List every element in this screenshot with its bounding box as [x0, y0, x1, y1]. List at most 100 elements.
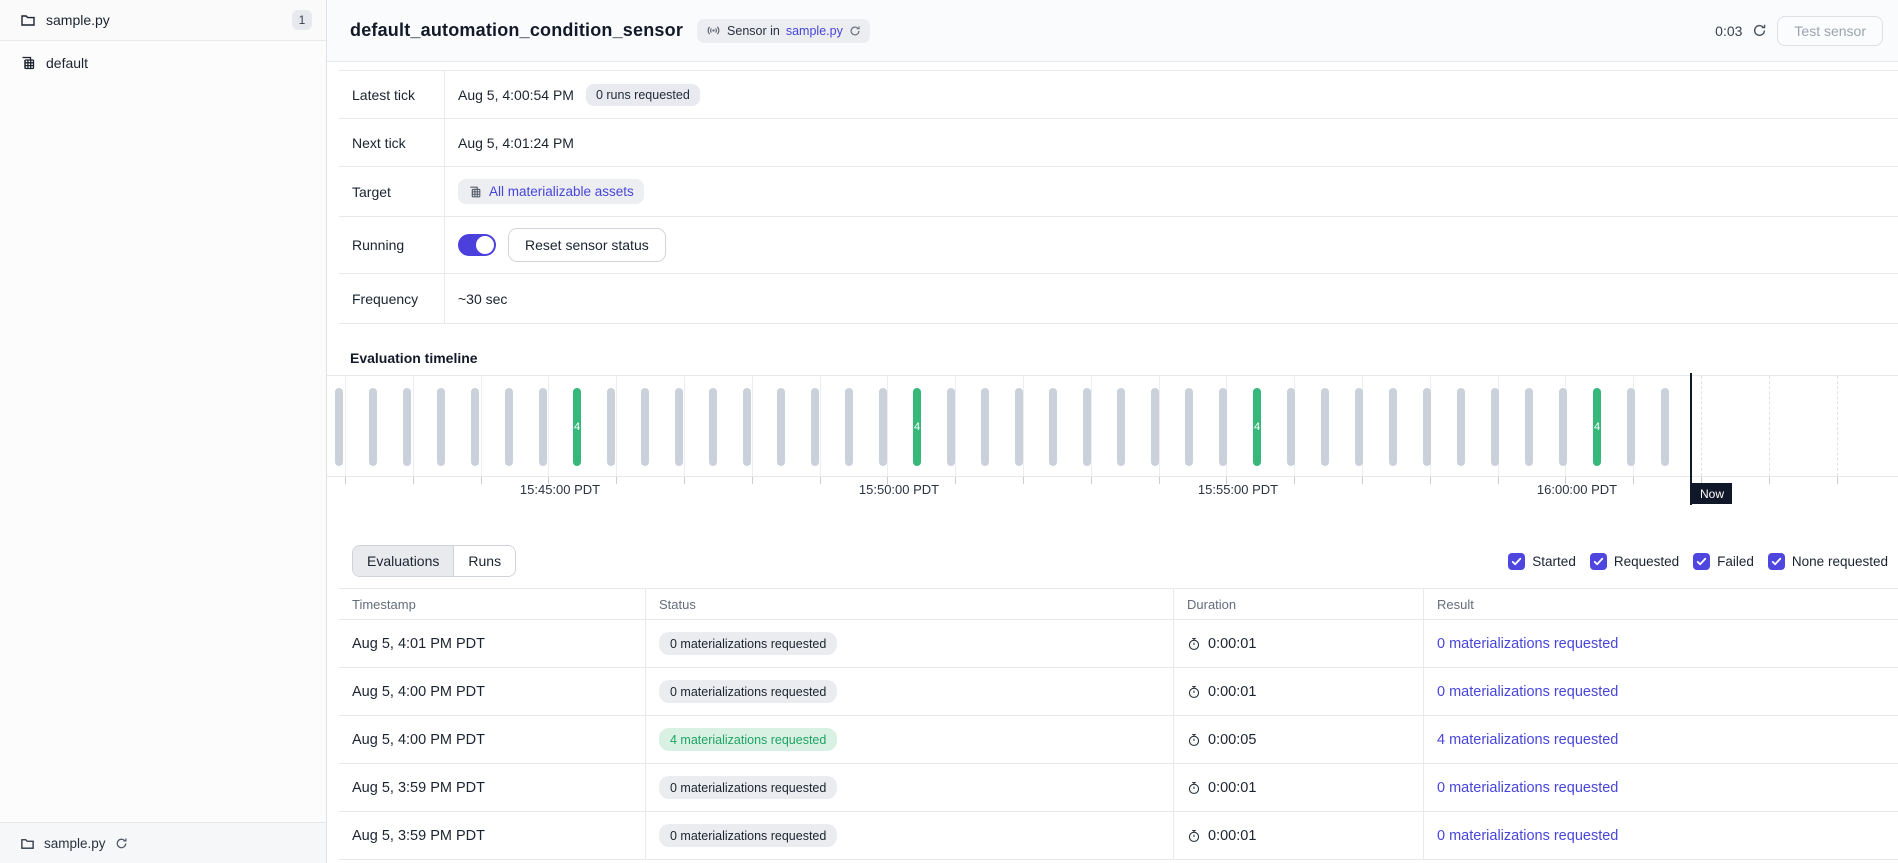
- axis-tick: [481, 477, 482, 484]
- checkbox-checked[interactable]: [1590, 553, 1607, 570]
- timeline-bar[interactable]: [1185, 388, 1193, 466]
- timeline-bar[interactable]: [1423, 388, 1431, 466]
- checkbox-checked[interactable]: [1768, 553, 1785, 570]
- timeline-bar-success[interactable]: 4: [913, 388, 921, 466]
- timeline-bar[interactable]: [1525, 388, 1533, 466]
- timeline-bar[interactable]: [675, 388, 683, 466]
- timeline-bar[interactable]: [1457, 388, 1465, 466]
- timeline-bar[interactable]: [607, 388, 615, 466]
- bar-run-count: 4: [1593, 421, 1601, 433]
- timeline-bar[interactable]: [1627, 388, 1635, 466]
- result-link[interactable]: 0 materializations requested: [1437, 780, 1618, 796]
- latest-tick-value: Aug 5, 4:00:54 PM: [458, 87, 574, 103]
- filter-checkbox-requested[interactable]: Requested: [1590, 553, 1679, 570]
- axis-tick: [1633, 477, 1634, 484]
- timeline-bar[interactable]: [709, 388, 717, 466]
- duration-value: 0:00:01: [1208, 780, 1256, 796]
- timeline-bar[interactable]: [369, 388, 377, 466]
- axis-tick-label: 15:55:00 PDT: [1198, 482, 1278, 497]
- filter-label: None requested: [1792, 554, 1888, 569]
- gridline: [887, 376, 888, 476]
- timeline-bar-success[interactable]: 4: [573, 388, 581, 466]
- timeline-bar[interactable]: [1287, 388, 1295, 466]
- axis-tick: [955, 477, 956, 484]
- reset-sensor-status-button[interactable]: Reset sensor status: [508, 228, 666, 262]
- sidebar-item-code-location[interactable]: sample.py 1: [0, 0, 326, 41]
- timestamp-cell: Aug 5, 4:00 PM PDT: [352, 684, 485, 700]
- asset-group-label: default: [46, 55, 88, 71]
- refresh-icon[interactable]: [115, 837, 128, 850]
- table-row: Aug 5, 4:00 PM PDT4 materializations req…: [339, 716, 1898, 764]
- timeline-bar[interactable]: [879, 388, 887, 466]
- timeline-bar[interactable]: [1491, 388, 1499, 466]
- filter-checkbox-none-requested[interactable]: None requested: [1768, 553, 1888, 570]
- timeline-bar[interactable]: [947, 388, 955, 466]
- timeline-bar[interactable]: [471, 388, 479, 466]
- target-assets-link[interactable]: All materializable assets: [458, 179, 644, 204]
- result-link[interactable]: 0 materializations requested: [1437, 828, 1618, 844]
- refresh-icon[interactable]: [1752, 23, 1767, 38]
- gridline: [752, 376, 753, 476]
- code-location-count-badge: 1: [292, 10, 312, 30]
- view-segmented-control: Evaluations Runs: [352, 545, 516, 577]
- tab-runs[interactable]: Runs: [453, 546, 515, 576]
- timeline-bar[interactable]: [539, 388, 547, 466]
- checkbox-checked[interactable]: [1693, 553, 1710, 570]
- result-link[interactable]: 0 materializations requested: [1437, 684, 1618, 700]
- result-link[interactable]: 4 materializations requested: [1437, 732, 1618, 748]
- detail-label: Frequency: [339, 274, 445, 323]
- timeline-bar-success[interactable]: 4: [1593, 388, 1601, 466]
- axis-tick-label: 15:45:00 PDT: [520, 482, 600, 497]
- detail-label: Next tick: [339, 119, 445, 166]
- detail-row-target: Target All materializable assets: [339, 167, 1898, 217]
- test-sensor-button[interactable]: Test sensor: [1777, 16, 1883, 46]
- status-badge: 0 materializations requested: [659, 632, 837, 655]
- timeline-bar[interactable]: [845, 388, 853, 466]
- running-toggle[interactable]: [458, 234, 496, 256]
- timeline-bar[interactable]: [1355, 388, 1363, 466]
- gridline: [1701, 376, 1702, 476]
- filter-checkbox-failed[interactable]: Failed: [1693, 553, 1754, 570]
- timeline-bar[interactable]: [1559, 388, 1567, 466]
- timeline-bar[interactable]: [1049, 388, 1057, 466]
- sidebar-item-asset-group-default[interactable]: default: [0, 41, 326, 85]
- bar-run-count: 4: [1253, 421, 1261, 433]
- timeline-bar[interactable]: [505, 388, 513, 466]
- timeline-bar[interactable]: [1015, 388, 1023, 466]
- timeline-bar[interactable]: [777, 388, 785, 466]
- timeline-bar[interactable]: [981, 388, 989, 466]
- tab-evaluations[interactable]: Evaluations: [353, 546, 453, 576]
- evaluation-timeline-title: Evaluation timeline: [350, 350, 478, 366]
- timeline-bar[interactable]: [437, 388, 445, 466]
- stopwatch-icon: [1187, 733, 1201, 747]
- sensor-badge-prefix: Sensor in: [727, 24, 780, 38]
- timeline-plot-area: 4 4 4 4: [327, 375, 1898, 477]
- gridline: [548, 376, 549, 476]
- timeline-bar[interactable]: [641, 388, 649, 466]
- checkbox-checked[interactable]: [1508, 553, 1525, 570]
- result-link[interactable]: 0 materializations requested: [1437, 636, 1618, 652]
- timeline-bar[interactable]: [1083, 388, 1091, 466]
- timeline-bar[interactable]: [1389, 388, 1397, 466]
- duration-value: 0:00:05: [1208, 732, 1256, 748]
- timeline-bar[interactable]: [1151, 388, 1159, 466]
- timeline-bar[interactable]: [335, 388, 343, 466]
- axis-tick-label: 16:00:00 PDT: [1537, 482, 1617, 497]
- header-actions: 0:03 Test sensor: [1715, 16, 1883, 46]
- timeline-bar[interactable]: [1661, 388, 1669, 466]
- timeline-bar[interactable]: [1321, 388, 1329, 466]
- timeline-bar[interactable]: [811, 388, 819, 466]
- refresh-icon[interactable]: [849, 25, 861, 37]
- timeline-bar[interactable]: [1117, 388, 1125, 466]
- timeline-bar[interactable]: [403, 388, 411, 466]
- folder-icon: [20, 836, 35, 851]
- sensor-badge-location-link[interactable]: sample.py: [786, 24, 843, 38]
- filter-label: Failed: [1717, 554, 1754, 569]
- timeline-bar-success[interactable]: 4: [1253, 388, 1261, 466]
- filter-checkbox-started[interactable]: Started: [1508, 553, 1576, 570]
- duration-value: 0:00:01: [1208, 636, 1256, 652]
- code-location-label: sample.py: [46, 12, 110, 28]
- timeline-bar[interactable]: [743, 388, 751, 466]
- axis-tick: [1837, 477, 1838, 484]
- timeline-bar[interactable]: [1219, 388, 1227, 466]
